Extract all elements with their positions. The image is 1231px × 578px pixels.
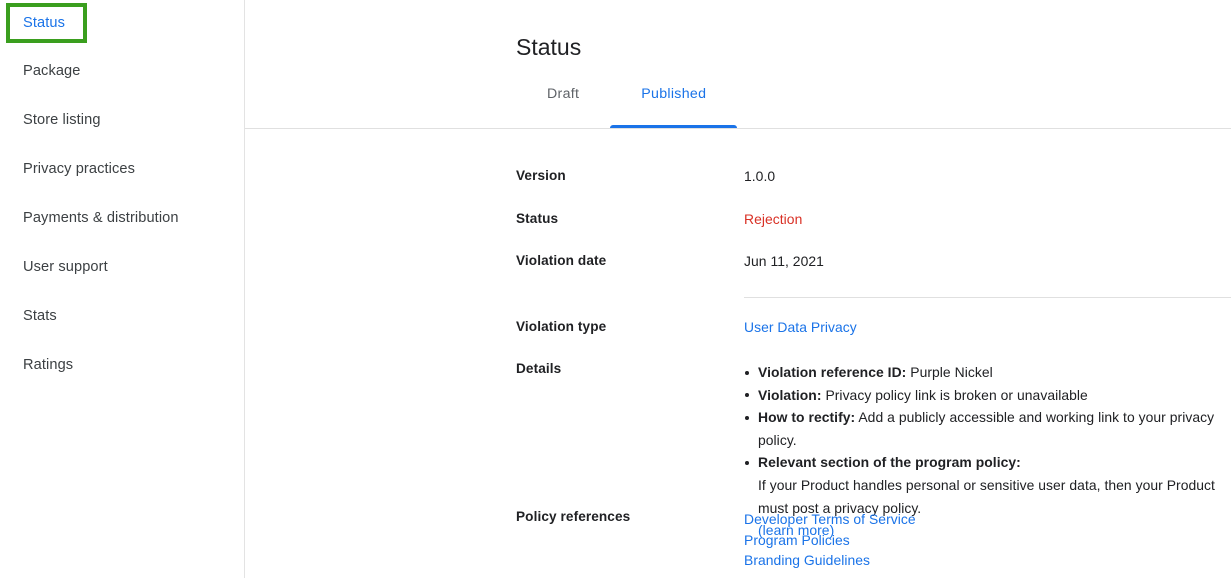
- sidebar-item-package[interactable]: Package: [0, 46, 244, 95]
- main-content: Status Draft Published Version 1.0.0 Sta…: [245, 0, 1231, 578]
- status-page: Status Package Store listing Privacy pra…: [0, 0, 1231, 578]
- status-badge: Rejection: [744, 211, 803, 227]
- bullet-term: How to rectify:: [758, 409, 856, 426]
- tab-published[interactable]: Published: [610, 86, 738, 128]
- row-value-version: 1.0.0: [744, 168, 776, 184]
- sidebar-item-privacy-practices[interactable]: Privacy practices: [0, 144, 244, 193]
- row-value-policy-references: Developer Terms of Service Program Polic…: [744, 509, 1221, 571]
- page-title: Status: [516, 34, 582, 61]
- sidebar-item-stats[interactable]: Stats: [0, 291, 244, 340]
- section-divider: [744, 297, 1231, 298]
- policy-link-developer-terms[interactable]: Developer Terms of Service: [744, 509, 1221, 530]
- row-label-version: Version: [516, 168, 566, 183]
- sidebar-item-store-listing[interactable]: Store listing: [0, 95, 244, 144]
- list-item: Relevant section of the program policy:: [744, 451, 1221, 474]
- sidebar-item-label: Privacy practices: [23, 160, 135, 177]
- tab-label: Draft: [547, 86, 580, 102]
- tab-bar-divider: [245, 128, 1231, 129]
- bullet-text: Purple Nickel: [906, 364, 993, 380]
- row-label-violation-type: Violation type: [516, 319, 607, 334]
- tab-bar: Draft Published: [516, 86, 738, 128]
- sidebar-navigation: Status Package Store listing Privacy pra…: [0, 0, 245, 578]
- sidebar-item-label: Stats: [23, 307, 57, 324]
- sidebar-item-ratings[interactable]: Ratings: [0, 340, 244, 389]
- details-bullet-list: Violation reference ID: Purple Nickel Vi…: [744, 361, 1221, 474]
- sidebar-item-label: Status: [23, 15, 65, 31]
- tab-draft[interactable]: Draft: [516, 86, 610, 128]
- row-label-violation-date: Violation date: [516, 253, 607, 268]
- list-item: Violation: Privacy policy link is broken…: [744, 384, 1221, 407]
- policy-link-program-policies[interactable]: Program Policies: [744, 530, 1221, 551]
- sidebar-item-label: Payments & distribution: [23, 209, 179, 226]
- row-value-violation-type: User Data Privacy: [744, 319, 1221, 335]
- bullet-term: Violation:: [758, 386, 822, 403]
- bullet-text: Privacy policy link is broken or unavail…: [821, 386, 1088, 403]
- sidebar-item-label: Store listing: [23, 111, 101, 128]
- bullet-term: Violation reference ID:: [758, 364, 907, 380]
- sidebar-item-payments-distribution[interactable]: Payments & distribution: [0, 193, 244, 242]
- row-label-policy-references: Policy references: [516, 509, 631, 524]
- policy-link-branding-guidelines[interactable]: Branding Guidelines: [744, 550, 1221, 571]
- row-value-violation-date: Jun 11, 2021: [744, 253, 824, 269]
- bullet-term: Relevant section of the program policy:: [758, 454, 1021, 471]
- row-label-details: Details: [516, 361, 562, 376]
- sidebar-item-label: Ratings: [23, 356, 74, 373]
- list-item: Violation reference ID: Purple Nickel: [744, 361, 1221, 384]
- tab-label: Published: [641, 86, 707, 102]
- row-label-status: Status: [516, 211, 559, 226]
- sidebar-item-label: Package: [23, 62, 81, 79]
- sidebar-item-user-support[interactable]: User support: [0, 242, 244, 291]
- list-item: How to rectify: Add a publicly accessibl…: [744, 406, 1221, 451]
- sidebar-item-label: User support: [23, 258, 108, 275]
- sidebar-item-status[interactable]: Status: [0, 0, 244, 46]
- violation-type-link[interactable]: User Data Privacy: [744, 319, 857, 335]
